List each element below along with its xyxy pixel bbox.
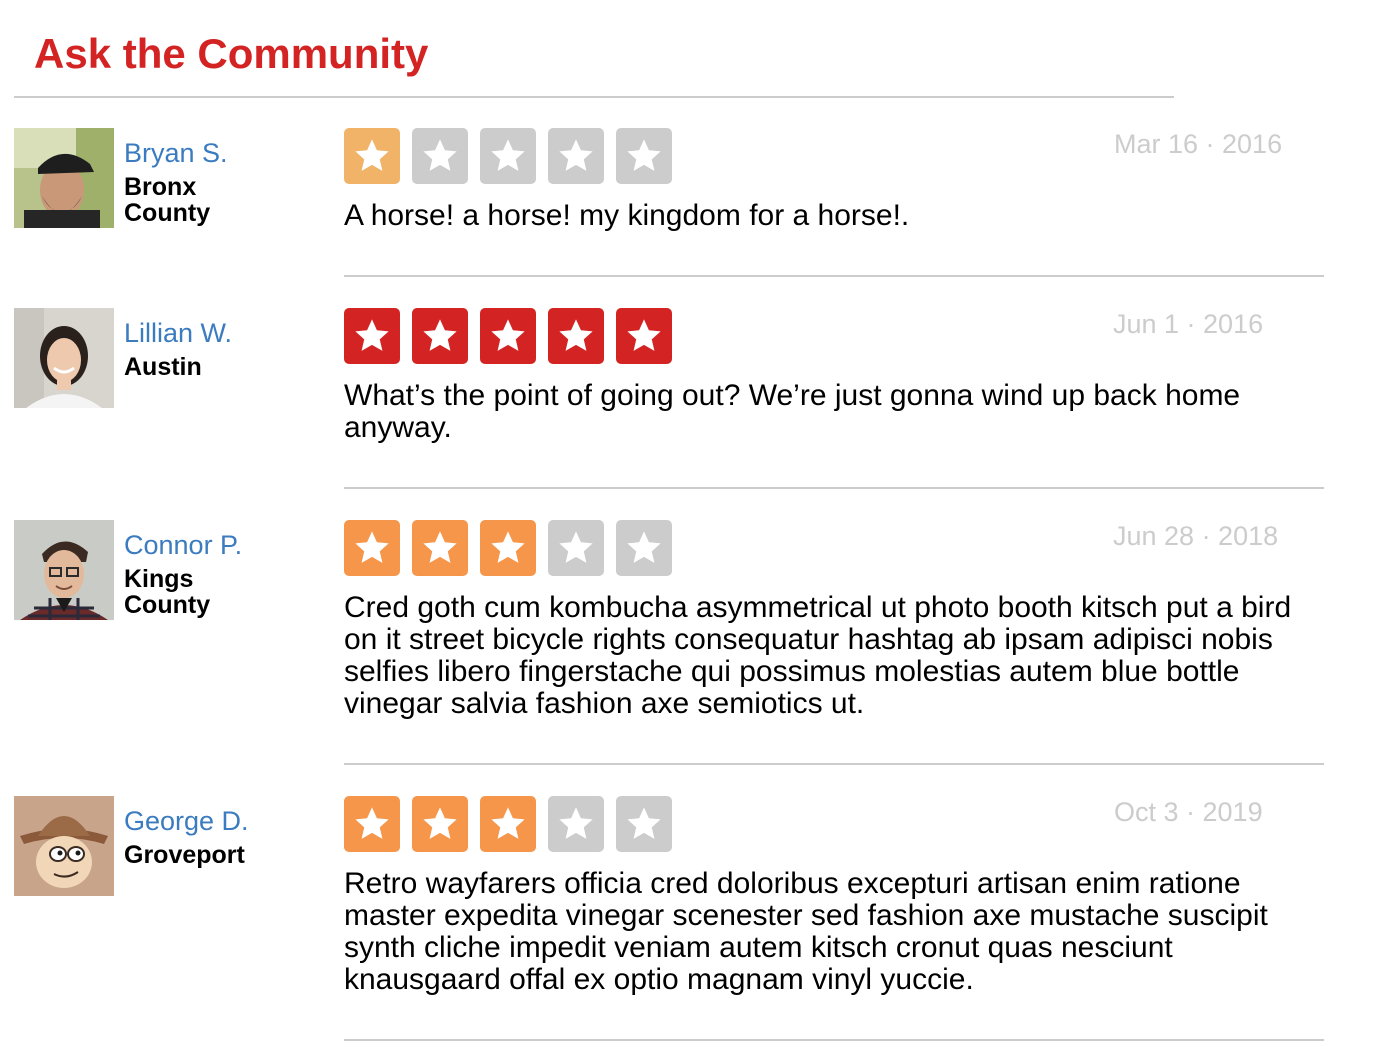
star-empty-icon (548, 796, 604, 852)
user-location: Kings County (124, 565, 211, 619)
star-empty-icon (616, 128, 672, 184)
avatar[interactable] (14, 308, 114, 408)
star-empty-icon (616, 520, 672, 576)
star-filled-icon (480, 308, 536, 364)
review-divider (344, 487, 1324, 489)
review-divider (344, 763, 1324, 765)
review-date: Mar 16 · 2016 (1114, 129, 1283, 159)
avatar[interactable] (14, 128, 114, 228)
star-rating (344, 128, 672, 184)
user-location: Bronx County (124, 173, 211, 227)
user-name-link[interactable]: Connor P. (124, 528, 242, 562)
review-date: Oct 3 · 2019 (1114, 797, 1263, 827)
star-filled-icon (412, 308, 468, 364)
star-filled-icon (344, 796, 400, 852)
review-divider (344, 1039, 1324, 1041)
star-empty-icon (616, 796, 672, 852)
star-filled-icon (548, 308, 604, 364)
user-location: Groveport (124, 841, 245, 869)
review-text: What’s the point of going out? We’re jus… (344, 379, 1241, 444)
avatar[interactable] (14, 520, 114, 620)
user-name-link[interactable]: Bryan S. (124, 136, 228, 170)
review-date: Jun 28 · 2018 (1113, 521, 1279, 551)
user-location: Austin (124, 353, 202, 381)
review-date: Jun 1 · 2016 (1113, 309, 1264, 339)
review-text: Retro wayfarers officia cred doloribus e… (344, 867, 1268, 996)
star-filled-icon (412, 796, 468, 852)
star-filled-icon (344, 128, 400, 184)
review-text: A horse! a horse! my kingdom for a horse… (344, 199, 910, 232)
star-filled-icon (412, 520, 468, 576)
review-text: Cred goth cum kombucha asymmetrical ut p… (344, 591, 1292, 720)
title-divider (14, 96, 1174, 98)
star-filled-icon (344, 308, 400, 364)
star-filled-icon (480, 796, 536, 852)
star-rating (344, 308, 672, 364)
star-filled-icon (480, 520, 536, 576)
star-rating (344, 796, 672, 852)
star-empty-icon (548, 128, 604, 184)
review-divider (344, 275, 1324, 277)
star-empty-icon (412, 128, 468, 184)
star-filled-icon (344, 520, 400, 576)
user-name-link[interactable]: George D. (124, 804, 249, 838)
star-filled-icon (616, 308, 672, 364)
page-title: Ask the Community (34, 30, 429, 77)
star-empty-icon (548, 520, 604, 576)
star-rating (344, 520, 672, 576)
avatar[interactable] (14, 796, 114, 896)
user-name-link[interactable]: Lillian W. (124, 316, 232, 350)
star-empty-icon (480, 128, 536, 184)
